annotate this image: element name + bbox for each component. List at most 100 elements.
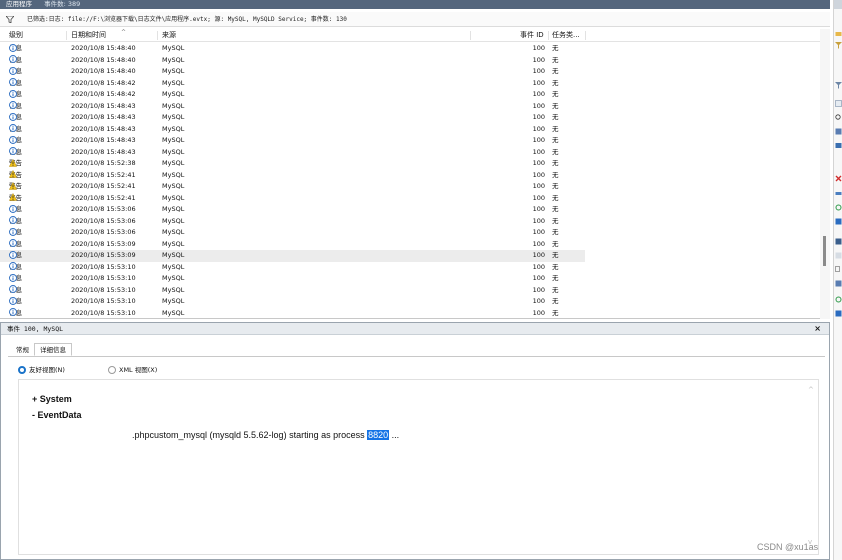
event-properties-icon[interactable] (835, 238, 842, 245)
info-icon (9, 101, 18, 113)
friendly-view-radio[interactable]: 友好视图(N) (18, 364, 65, 374)
save-icon[interactable] (835, 128, 842, 135)
save-selected-icon[interactable] (835, 280, 842, 287)
cell-event-id: 100 (532, 67, 545, 75)
radio-selected-icon (18, 365, 26, 374)
table-row[interactable]: 信息 2020/10/8 15:53:09 MySQL 100 无 (0, 239, 820, 251)
cell-task: 无 (552, 78, 559, 87)
table-row[interactable]: 信息 2020/10/8 15:53:06 MySQL 100 无 (0, 227, 820, 239)
cell-event-id: 100 (532, 101, 545, 110)
column-divider[interactable] (66, 31, 67, 40)
find-icon[interactable] (835, 114, 842, 121)
detail-scrollbar[interactable]: ^ v (806, 380, 818, 554)
cell-source: MySQL (162, 216, 185, 225)
copy-icon[interactable] (835, 266, 842, 273)
cell-task: 无 (552, 182, 559, 190)
table-row[interactable]: 信息 2020/10/8 15:48:42 MySQL 100 无 (0, 78, 820, 90)
column-header-task[interactable]: 任务类... (552, 29, 580, 42)
xml-view-radio[interactable]: XML 视图(X) (108, 364, 157, 374)
cell-source: MySQL (162, 251, 185, 259)
cell-level: 信息 (9, 66, 22, 78)
info-icon (9, 227, 18, 239)
scrollbar-thumb[interactable] (823, 236, 826, 266)
help-icon[interactable] (835, 218, 842, 225)
delete-icon[interactable] (835, 175, 842, 182)
table-row[interactable]: 信息 2020/10/8 15:48:42 MySQL 100 无 (0, 89, 820, 101)
cell-level: 信息 (9, 112, 22, 124)
table-row[interactable]: 警告 2020/10/8 15:52:41 MySQL 100 无 (0, 193, 820, 205)
selected-text-highlight[interactable]: 8820 (367, 430, 390, 440)
info-icon (9, 204, 18, 216)
table-row[interactable]: 信息 2020/10/8 15:53:10 MySQL 100 无 (0, 296, 820, 308)
funnel-icon[interactable] (835, 82, 842, 89)
table-row[interactable]: 警告 2020/10/8 15:52:41 MySQL 100 无 (0, 170, 820, 182)
tree-node-eventdata[interactable]: - EventData (32, 410, 82, 420)
table-row[interactable]: 信息 2020/10/8 15:48:43 MySQL 100 无 (0, 147, 820, 159)
attach-task-icon[interactable] (835, 142, 842, 149)
cell-event-id: 100 (532, 262, 545, 271)
table-row[interactable]: 信息 2020/10/8 15:48:43 MySQL 100 无 (0, 112, 820, 124)
cell-datetime: 2020/10/8 15:48:40 (71, 67, 136, 75)
cell-event-id: 100 (532, 205, 545, 213)
cell-event-id: 100 (532, 55, 545, 64)
table-row[interactable]: 信息 2020/10/8 15:53:06 MySQL 100 无 (0, 216, 820, 228)
table-row[interactable]: 信息 2020/10/8 15:53:10 MySQL 100 无 (0, 308, 820, 319)
table-row[interactable]: 信息 2020/10/8 15:53:10 MySQL 100 无 (0, 285, 820, 297)
cell-datetime: 2020/10/8 15:48:43 (71, 147, 136, 156)
rename-icon[interactable] (835, 190, 842, 197)
cell-datetime: 2020/10/8 15:48:40 (71, 44, 136, 52)
cell-source: MySQL (162, 113, 185, 121)
filter-bar: 已筛选:日志: file://F:\浏览器下载\日志文件\应用程序.evtx; … (0, 12, 830, 27)
cell-datetime: 2020/10/8 15:53:10 (71, 262, 136, 271)
table-row[interactable]: 信息 2020/10/8 15:53:06 MySQL 100 无 (0, 204, 820, 216)
table-row[interactable]: 信息 2020/10/8 15:48:40 MySQL 100 无 (0, 43, 820, 55)
open-folder-icon[interactable] (835, 30, 842, 37)
table-row[interactable]: 信息 2020/10/8 15:48:43 MySQL 100 无 (0, 124, 820, 136)
cell-task: 无 (552, 55, 559, 64)
column-divider[interactable] (548, 31, 549, 40)
table-row[interactable]: 警告 2020/10/8 15:52:41 MySQL 100 无 (0, 181, 820, 193)
event-message-text: .phpcustom_mysql (mysqld 5.5.62-log) sta… (132, 430, 368, 440)
filter-icon[interactable] (835, 42, 842, 49)
close-icon[interactable]: × (814, 323, 821, 335)
cell-event-id: 100 (532, 113, 545, 121)
table-row[interactable]: 信息 2020/10/8 15:48:43 MySQL 100 无 (0, 135, 820, 147)
cell-level: 信息 (9, 147, 22, 159)
event-list-scrollbar[interactable] (820, 29, 830, 319)
refresh-event-icon[interactable] (835, 296, 842, 303)
table-row[interactable]: 信息 2020/10/8 15:53:10 MySQL 100 无 (0, 262, 820, 274)
cell-source: MySQL (162, 228, 185, 236)
column-divider[interactable] (585, 31, 586, 40)
info-icon (9, 89, 18, 101)
table-row[interactable]: 信息 2020/10/8 15:53:10 MySQL 100 无 (0, 273, 820, 285)
table-row[interactable]: 信息 2020/10/8 15:53:09 MySQL 100 无 (0, 250, 820, 262)
refresh-icon[interactable] (835, 204, 842, 211)
cell-datetime: 2020/10/8 15:52:38 (71, 159, 136, 167)
column-divider[interactable] (470, 31, 471, 40)
cell-level: 信息 (9, 250, 22, 262)
info-icon (9, 78, 18, 90)
properties-icon[interactable] (835, 100, 842, 107)
table-row[interactable]: 信息 2020/10/8 15:48:43 MySQL 100 无 (0, 101, 820, 113)
table-row[interactable]: 信息 2020/10/8 15:48:40 MySQL 100 无 (0, 55, 820, 67)
cell-task: 无 (552, 44, 559, 52)
help-event-icon[interactable] (835, 310, 842, 317)
info-icon (9, 66, 18, 78)
tab-details[interactable]: 详细信息 (34, 343, 72, 356)
column-header-level[interactable]: 级别 (9, 29, 23, 42)
column-header-event-id[interactable]: 事件 ID (520, 29, 544, 42)
table-row[interactable]: 信息 2020/10/8 15:48:40 MySQL 100 无 (0, 66, 820, 78)
cell-source: MySQL (162, 205, 185, 213)
tree-node-system[interactable]: + System (32, 394, 72, 404)
info-icon (9, 273, 18, 285)
column-header-datetime[interactable]: 日期和时间 (71, 29, 106, 42)
column-header-source[interactable]: 来源 (162, 29, 176, 42)
table-row[interactable]: 警告 2020/10/8 15:52:38 MySQL 100 无 (0, 158, 820, 170)
scroll-up-icon[interactable]: ^ (808, 386, 814, 394)
cell-level: 信息 (9, 227, 22, 239)
info-icon (9, 250, 18, 262)
column-divider[interactable] (157, 31, 158, 40)
attach-task-event-icon[interactable] (835, 252, 842, 259)
cell-source: MySQL (162, 55, 185, 64)
actions-pane-header (834, 0, 842, 9)
